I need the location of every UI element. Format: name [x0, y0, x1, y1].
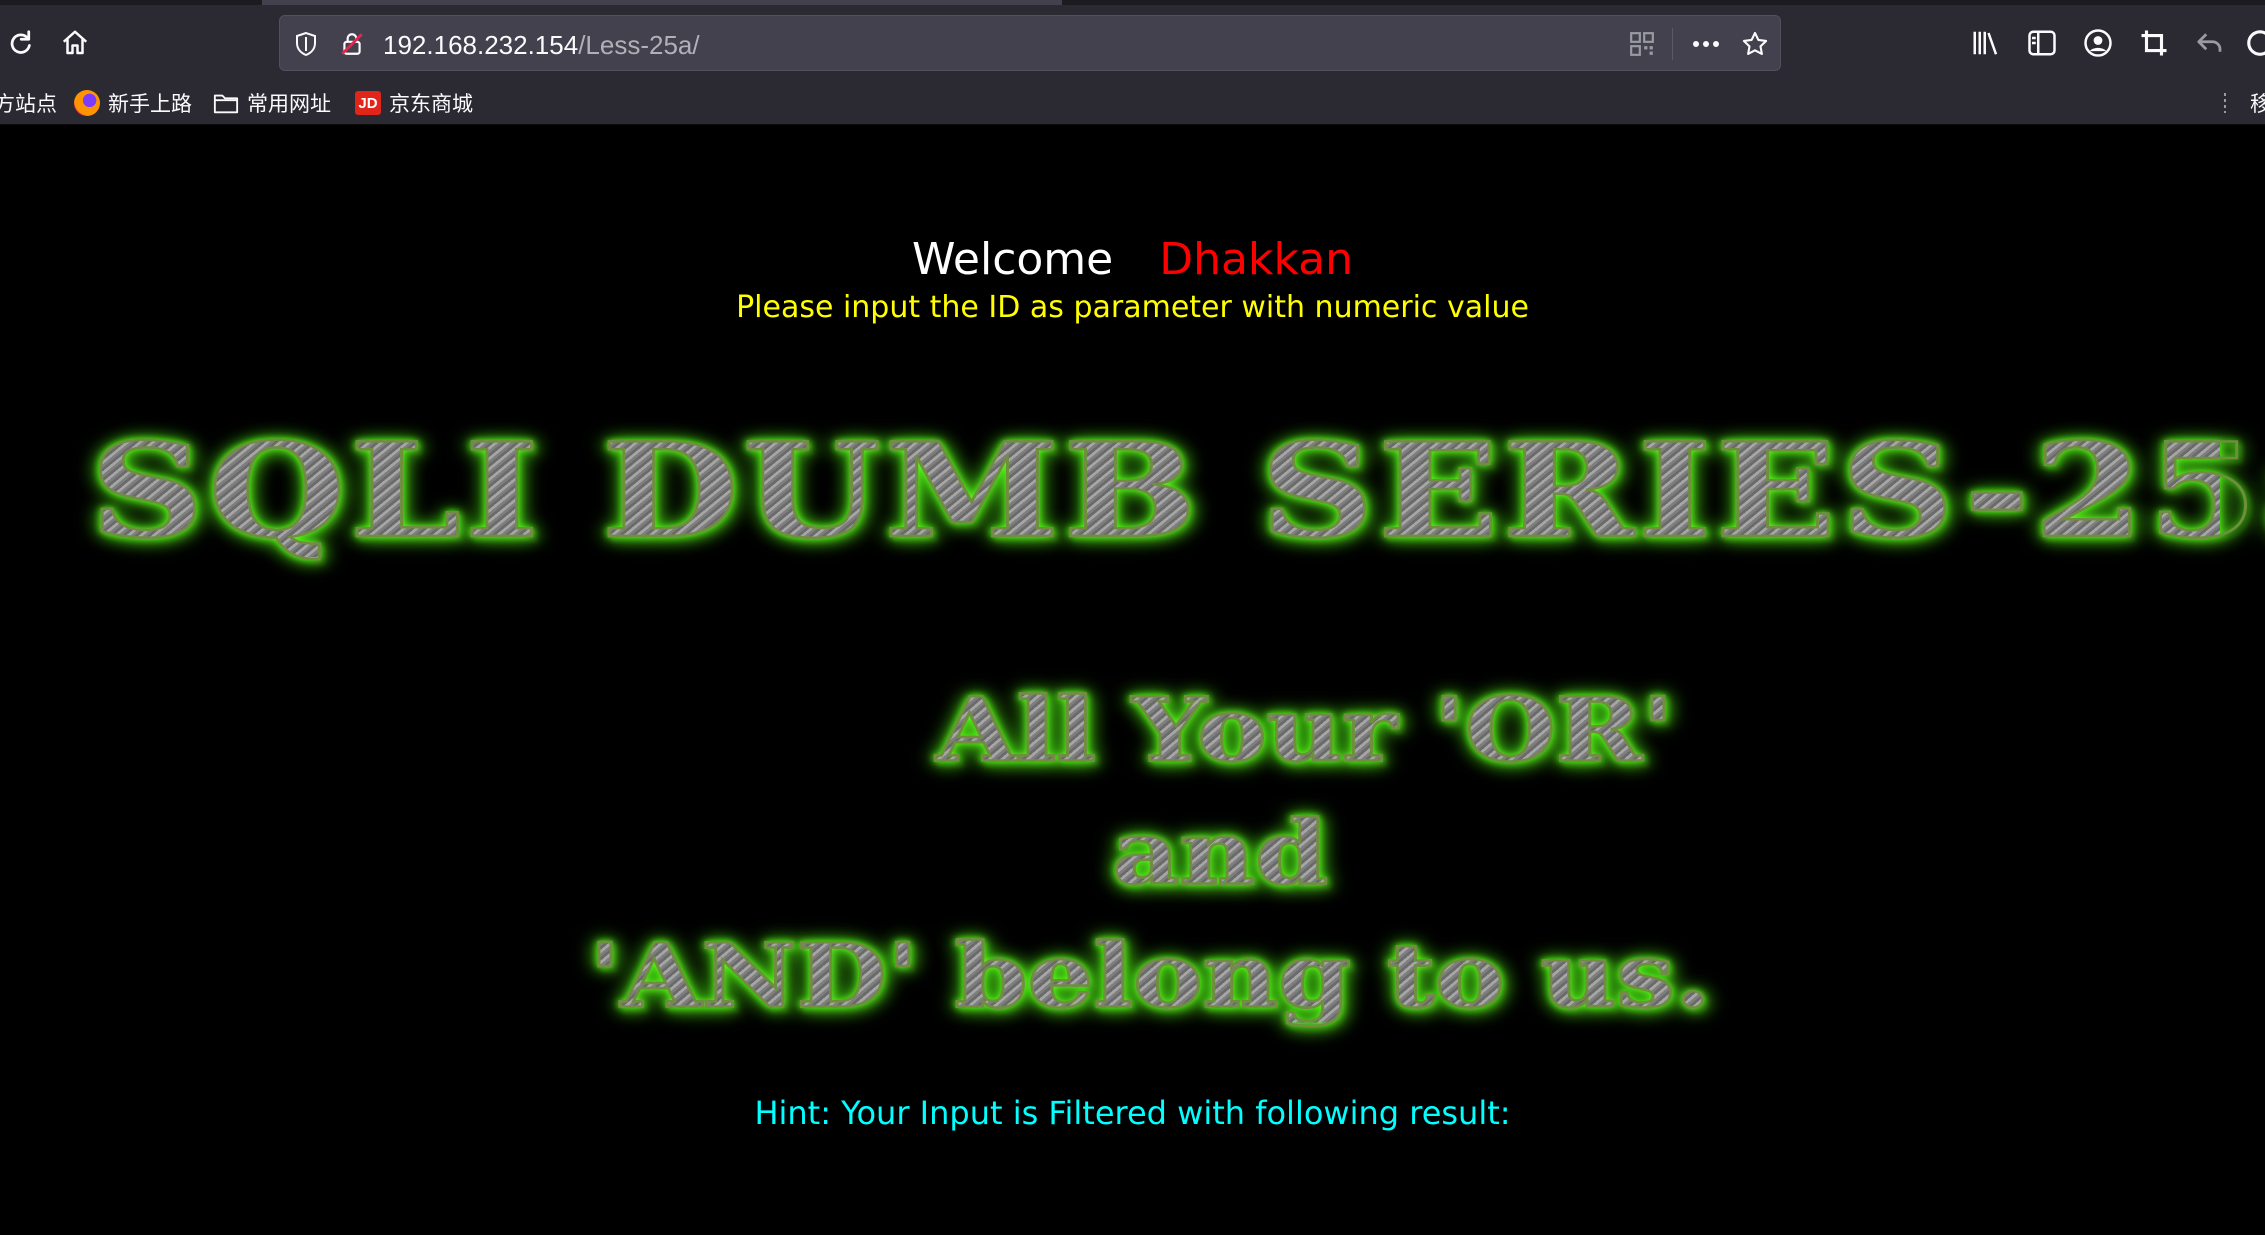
url-host: 192.168.232.154 — [383, 30, 579, 60]
sidebar-icon[interactable] — [2022, 23, 2062, 63]
url-bar-separator — [1672, 28, 1673, 60]
instruction-text: Please input the ID as parameter with nu… — [736, 290, 1529, 325]
reload-icon[interactable] — [0, 23, 40, 63]
dashed-folder-icon — [2216, 90, 2242, 116]
welcome-text: Welcome — [911, 234, 1114, 285]
series-title-image: SQLI DUMB SERIES-25a — [89, 415, 2265, 568]
folder-icon — [213, 90, 239, 116]
qr-code-icon[interactable] — [1628, 30, 1656, 58]
slogan-line-2: and — [1010, 804, 1430, 900]
home-icon[interactable] — [55, 23, 95, 63]
navigation-toolbar: 192.168.232.154/Less-25a/ — [0, 5, 2265, 82]
undo-icon[interactable] — [2190, 23, 2230, 63]
bookmark-folder-common-sites[interactable]: 常用网址 — [213, 86, 331, 120]
crop-icon[interactable] — [2134, 23, 2174, 63]
overflow-icon[interactable] — [2240, 23, 2265, 63]
url-bar[interactable]: 192.168.232.154/Less-25a/ — [279, 15, 1781, 71]
other-bookmarks-label: 移 — [2250, 92, 2265, 116]
other-bookmarks[interactable]: 移 — [2216, 86, 2265, 120]
username-text: Dhakkan — [1159, 234, 1354, 285]
bookmark-label: 方站点 — [0, 92, 57, 116]
bookmark-item-jd[interactable]: JD 京东商城 — [355, 86, 473, 120]
page-content: Welcome Dhakkan Please input the ID as pa… — [0, 126, 2265, 1235]
insecure-lock-icon[interactable] — [338, 30, 366, 58]
url-text[interactable]: 192.168.232.154/Less-25a/ — [383, 30, 700, 61]
welcome-line: Welcome Dhakkan — [0, 234, 2265, 285]
bookmarks-toolbar: 方站点 新手上路 常用网址 JD 京东商城 移 — [0, 82, 2265, 125]
bookmark-item-getting-started[interactable]: 新手上路 — [74, 86, 192, 120]
slogan-line-3: 'AND' belong to us. — [570, 927, 1730, 1023]
jd-icon: JD — [355, 90, 381, 116]
url-path: /Less-25a/ — [578, 30, 700, 60]
firefox-icon — [74, 90, 100, 116]
account-icon[interactable] — [2078, 23, 2118, 63]
hint-text: Hint: Your Input is Filtered with follow… — [754, 1094, 1511, 1132]
bookmark-label: 京东商城 — [389, 92, 473, 116]
shield-icon[interactable] — [292, 30, 320, 58]
bookmark-label: 常用网址 — [247, 92, 331, 116]
slogan-line-1: All Your 'OR' — [780, 681, 1830, 777]
library-icon[interactable] — [1966, 23, 2006, 63]
bookmark-label: 新手上路 — [108, 92, 192, 116]
more-dots-icon[interactable] — [1692, 30, 1720, 58]
bookmark-item-sites[interactable]: 方站点 — [0, 86, 57, 120]
star-icon[interactable] — [1741, 30, 1769, 58]
